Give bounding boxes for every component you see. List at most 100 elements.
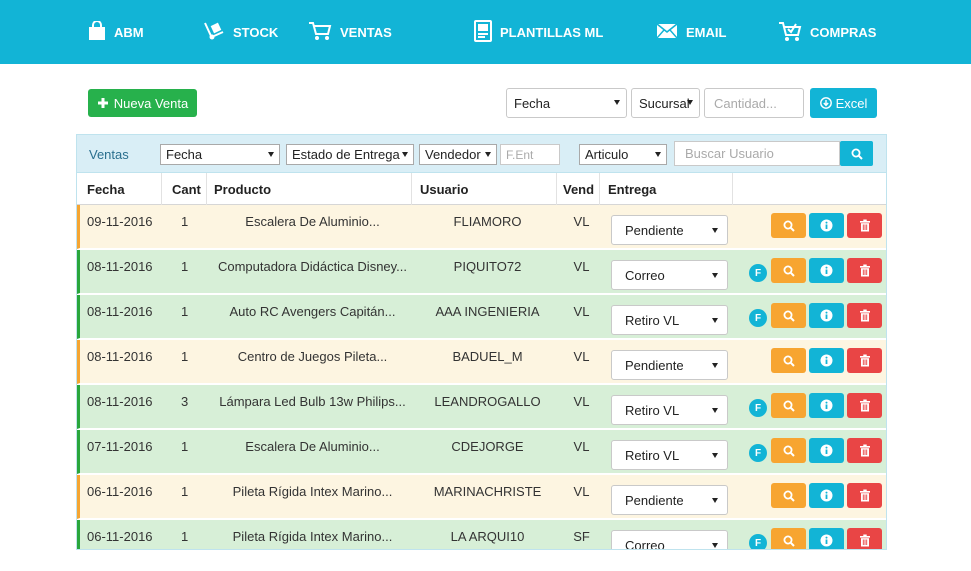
col-entrega[interactable]: Entrega <box>608 173 656 205</box>
invoice-badge[interactable]: F <box>749 399 767 417</box>
view-button[interactable] <box>771 258 806 283</box>
table-row[interactable]: 08-11-2016 1 Computadora Didáctica Disney.… <box>77 250 886 294</box>
filter-delivery-date-input[interactable]: F.Ent <box>500 144 560 165</box>
delete-button[interactable] <box>847 348 882 373</box>
col-vend[interactable]: Vend <box>563 173 594 205</box>
info-button[interactable] <box>809 393 844 418</box>
filter-seller-select[interactable]: Vendedor <box>419 144 497 165</box>
cell-usuario: FLIAMORO <box>453 213 522 229</box>
nav-abm[interactable]: ABM <box>88 0 144 64</box>
cell-fecha: 08-11-2016 <box>87 348 153 364</box>
user-search-placeholder: Buscar Usuario <box>685 146 774 161</box>
nav-email-label: EMAIL <box>686 24 727 40</box>
table-row[interactable]: 08-11-2016 1 Auto RC Avengers Capitán... AA… <box>77 295 886 339</box>
new-sale-button[interactable]: Nueva Venta <box>88 89 197 117</box>
view-button[interactable] <box>771 483 806 508</box>
delivery-status-value: Retiro VL <box>625 402 680 418</box>
date-select[interactable]: Fecha <box>506 88 627 118</box>
delete-button[interactable] <box>847 258 882 283</box>
delete-button[interactable] <box>847 213 882 238</box>
search-icon <box>851 148 863 160</box>
plus-icon <box>97 97 109 109</box>
search-icon <box>783 220 795 232</box>
view-button[interactable] <box>771 438 806 463</box>
user-search-input[interactable]: Buscar Usuario <box>674 141 840 166</box>
cell-producto: Escalera De Aluminio... <box>245 438 380 454</box>
delivery-status-select[interactable]: Pendiente <box>611 215 728 245</box>
delivery-status-select[interactable]: Retiro VL <box>611 440 728 470</box>
delivery-status-value: Correo <box>625 267 665 283</box>
user-search-button[interactable] <box>840 141 873 166</box>
info-button[interactable] <box>809 528 844 549</box>
chevron-down-icon <box>712 408 718 413</box>
view-button[interactable] <box>771 348 806 373</box>
excel-button[interactable]: Excel <box>810 88 877 118</box>
col-usuario[interactable]: Usuario <box>420 173 468 205</box>
branch-select[interactable]: Sucursal <box>631 88 700 118</box>
table-row[interactable]: 06-11-2016 1 Pileta Rígida Intex Marino...… <box>77 475 886 519</box>
view-button[interactable] <box>771 393 806 418</box>
delete-button[interactable] <box>847 528 882 549</box>
col-fecha[interactable]: Fecha <box>87 173 125 205</box>
quantity-input[interactable]: Cantidad... <box>704 88 804 118</box>
col-producto[interactable]: Producto <box>214 173 271 205</box>
cell-producto: Computadora Didáctica Disney... <box>217 258 408 274</box>
delivery-status-select[interactable]: Correo <box>611 530 728 550</box>
nav-stock[interactable]: STOCK <box>203 0 278 64</box>
filter-article-select[interactable]: Articulo <box>579 144 667 165</box>
info-icon <box>820 219 833 232</box>
trash-icon <box>859 489 871 502</box>
filter-delivery-status-select[interactable]: Estado de Entrega <box>286 144 414 165</box>
cell-fecha: 09-11-2016 <box>87 213 153 229</box>
invoice-badge[interactable]: F <box>749 534 767 549</box>
cell-cant: 1 <box>181 528 189 544</box>
col-cant[interactable]: Cant <box>172 173 201 205</box>
delete-button[interactable] <box>847 483 882 508</box>
table-row[interactable]: 09-11-2016 1 Escalera De Aluminio... FLIAMO… <box>77 205 886 249</box>
invoice-badge[interactable]: F <box>749 444 767 462</box>
nav-compras-label: COMPRAS <box>810 24 877 40</box>
nav-plantillas-label: PLANTILLAS ML <box>500 24 604 40</box>
info-icon <box>820 354 833 367</box>
delivery-status-select[interactable]: Correo <box>611 260 728 290</box>
date-select-value: Fecha <box>514 95 551 111</box>
branch-select-value: Sucursal <box>639 95 690 111</box>
panel-title: Ventas <box>89 147 129 162</box>
table-row[interactable]: 07-11-2016 1 Escalera De Aluminio... CDEJOR… <box>77 430 886 474</box>
cell-vend: VL <box>573 393 590 409</box>
nav-email[interactable]: EMAIL <box>656 0 726 64</box>
delivery-status-select[interactable]: Retiro VL <box>611 305 728 335</box>
trash-icon <box>859 309 871 322</box>
delete-button[interactable] <box>847 393 882 418</box>
delivery-status-select[interactable]: Pendiente <box>611 350 728 380</box>
info-button[interactable] <box>809 213 844 238</box>
nav-ventas[interactable]: VENTAS <box>308 0 392 64</box>
table-row[interactable]: 06-11-2016 1 Pileta Rígida Intex Marino...… <box>77 520 886 550</box>
search-icon <box>783 355 795 367</box>
invoice-badge[interactable]: F <box>749 309 767 327</box>
cell-vend: VL <box>573 213 590 229</box>
view-button[interactable] <box>771 213 806 238</box>
view-button[interactable] <box>771 528 806 549</box>
info-button[interactable] <box>809 483 844 508</box>
delete-button[interactable] <box>847 303 882 328</box>
info-button[interactable] <box>809 348 844 373</box>
cart-check-icon <box>778 20 810 45</box>
delivery-status-select[interactable]: Retiro VL <box>611 395 728 425</box>
view-button[interactable] <box>771 303 806 328</box>
table-row[interactable]: 08-11-2016 1 Centro de Juegos Pileta... BAD… <box>77 340 886 384</box>
info-button[interactable] <box>809 303 844 328</box>
nav-compras[interactable]: COMPRAS <box>778 0 876 64</box>
table-row[interactable]: 08-11-2016 3 Lámpara Led Bulb 13w Philips.… <box>77 385 886 429</box>
chevron-down-icon <box>712 543 718 548</box>
cell-cant: 1 <box>181 438 189 454</box>
nav-plantillas[interactable]: PLANTILLAS ML <box>474 0 603 64</box>
info-button[interactable] <box>809 438 844 463</box>
invoice-badge[interactable]: F <box>749 264 767 282</box>
delete-button[interactable] <box>847 438 882 463</box>
delivery-status-value: Correo <box>625 537 665 550</box>
filter-date-select[interactable]: Fecha <box>160 144 280 165</box>
delivery-status-select[interactable]: Pendiente <box>611 485 728 515</box>
info-button[interactable] <box>809 258 844 283</box>
cell-usuario: PIQUITO72 <box>453 258 522 274</box>
